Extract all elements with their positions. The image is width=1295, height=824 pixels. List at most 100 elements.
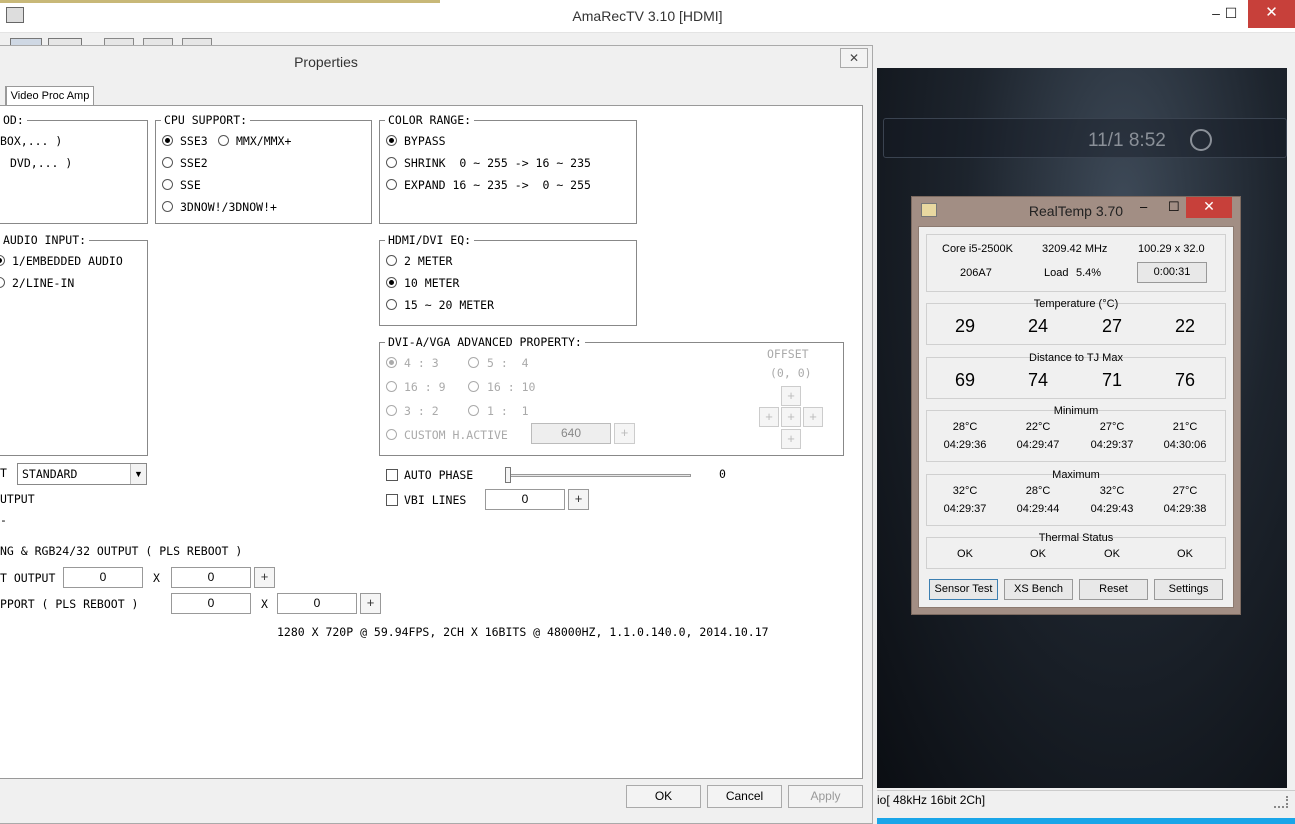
ratio-5-4-radio[interactable] (468, 357, 479, 368)
preset-select[interactable]: STANDARD ▼ (17, 463, 147, 485)
color-shrink-radio[interactable] (386, 157, 397, 168)
xs-bench-button[interactable]: XS Bench (1004, 579, 1073, 600)
offset-up-button[interactable]: + (781, 386, 801, 406)
core-distance: 74 (1027, 370, 1049, 390)
preset-select-value: STANDARD (22, 467, 78, 481)
cpu-mmx-radio[interactable] (218, 135, 229, 146)
offset-down-button[interactable]: + (781, 429, 801, 449)
realtemp-close-button[interactable]: ✕ (1186, 197, 1232, 218)
core-temp: 24 (1027, 316, 1049, 336)
t-output-field-1[interactable]: 0 (63, 567, 143, 588)
maximize-button[interactable]: ☐ (1215, 0, 1247, 28)
auto-phase-slider-thumb[interactable] (505, 467, 511, 483)
apply-button[interactable]: Apply (788, 785, 863, 808)
offset-value: (0, 0) (770, 366, 812, 380)
realtemp-minimize-button[interactable]: – (1140, 199, 1147, 214)
eq-10m-radio[interactable] (386, 277, 397, 288)
vbi-lines-plus-button[interactable]: + (568, 489, 589, 510)
ratio-16-9-radio[interactable] (386, 381, 397, 392)
method-option-2[interactable]: DVD,... ) (10, 156, 72, 170)
sensor-test-button[interactable]: Sensor Test (929, 579, 998, 600)
resize-grip-icon[interactable] (1274, 796, 1288, 808)
core-temp: 22 (1174, 316, 1196, 336)
core-temp: 27 (1101, 316, 1123, 336)
method-option-1[interactable]: BOX,... ) (0, 134, 62, 148)
offset-right-button[interactable]: + (803, 407, 823, 427)
cpu-mmx-label: MMX/MMX+ (236, 134, 292, 148)
offset-left-button[interactable]: + (759, 407, 779, 427)
custom-hactive-radio[interactable] (386, 429, 397, 440)
cpu-sse2-radio[interactable] (162, 157, 173, 168)
cancel-button[interactable]: Cancel (707, 785, 782, 808)
close-button[interactable]: ✕ (1248, 0, 1295, 28)
vbi-lines-label: VBI LINES (404, 493, 467, 507)
vbi-lines-field[interactable]: 0 (485, 489, 565, 510)
cpu-sse-radio[interactable] (162, 179, 173, 190)
hdmi-eq-title: HDMI/DVI EQ: (385, 233, 475, 247)
auto-phase-value: 0 (719, 467, 726, 481)
top-edge-strip (0, 0, 440, 3)
eq-2m-radio[interactable] (386, 255, 397, 266)
ratio-16-10-radio[interactable] (468, 381, 479, 392)
t-output-plus-button[interactable]: + (254, 567, 275, 588)
min-time: 04:30:06 (1163, 439, 1207, 451)
clock-icon (1190, 129, 1212, 151)
auto-phase-slider[interactable] (505, 474, 691, 477)
eq-15m-label: 15 ~ 20 METER (404, 298, 495, 312)
ratio-16-10-label: 16 : 10 (487, 380, 536, 394)
support-x: X (261, 597, 268, 611)
support-plus-button[interactable]: + (360, 593, 381, 614)
min-temp: 21°C (1172, 421, 1198, 433)
ratio-4-3-radio[interactable] (386, 357, 397, 368)
min-time: 04:29:36 (943, 439, 987, 451)
support-field-2[interactable]: 0 (277, 593, 357, 614)
distance-label: Distance to TJ Max (1029, 352, 1123, 364)
ratio-3-2-radio[interactable] (386, 405, 397, 416)
cpu-3dnow-label: 3DNOW!/3DNOW!+ (180, 200, 277, 214)
rgb-output-label: NG & RGB24/32 OUTPUT ( PLS REBOOT ) (0, 544, 243, 558)
settings-button[interactable]: Settings (1154, 579, 1223, 600)
color-expand-radio[interactable] (386, 179, 397, 190)
vbi-lines-checkbox[interactable] (386, 494, 398, 506)
ratio-1-1-radio[interactable] (468, 405, 479, 416)
custom-hactive-field[interactable]: 640 (531, 423, 611, 444)
cpu-sse3-radio[interactable] (162, 135, 173, 146)
preset-label: T (0, 466, 7, 480)
chevron-down-icon[interactable]: ▼ (130, 464, 146, 484)
support-field-1[interactable]: 0 (171, 593, 251, 614)
ratio-4-3-label: 4 : 3 (404, 356, 439, 370)
load-value: 5.4% (1076, 267, 1102, 279)
custom-hactive-plus-button[interactable]: + (614, 423, 635, 444)
ratio-16-9-label: 16 : 9 (404, 380, 446, 394)
reset-button[interactable]: Reset (1079, 579, 1148, 600)
video-clock-text: 11/1 8:52 (1088, 130, 1166, 151)
max-temp: 32°C (952, 485, 978, 497)
timer-button[interactable]: 0:00:31 (1137, 262, 1207, 283)
status-text: io[ 48kHz 16bit 2Ch] (877, 793, 986, 807)
auto-phase-checkbox[interactable] (386, 469, 398, 481)
maximum-box (926, 474, 1226, 526)
ratio-3-2-label: 3 : 2 (404, 404, 439, 418)
t-output-label: T OUTPUT (0, 571, 56, 585)
eq-15m-radio[interactable] (386, 299, 397, 310)
max-temp: 27°C (1172, 485, 1198, 497)
realtemp-maximize-button[interactable]: ☐ (1168, 199, 1180, 215)
properties-close-button[interactable]: ✕ (840, 48, 868, 68)
min-time: 04:29:37 (1090, 439, 1134, 451)
minimum-label: Minimum (1053, 405, 1099, 417)
tab-video-proc-amp[interactable]: Video Proc Amp (6, 86, 94, 106)
minimum-box (926, 410, 1226, 462)
max-temp: 32°C (1099, 485, 1125, 497)
t-output-field-2[interactable]: 0 (171, 567, 251, 588)
audio-embedded-label: 1/EMBEDDED AUDIO (12, 254, 123, 268)
maximum-label: Maximum (1052, 469, 1100, 481)
ok-button[interactable]: OK (626, 785, 701, 808)
max-time: 04:29:38 (1163, 503, 1207, 515)
offset-center-button[interactable]: + (781, 407, 801, 427)
cpu-3dnow-radio[interactable] (162, 201, 173, 212)
color-bypass-radio[interactable] (386, 135, 397, 146)
cpu-frequency: 3209.42 MHz (1042, 243, 1108, 255)
video-overlay-bar (883, 118, 1287, 158)
max-time: 04:29:37 (943, 503, 987, 515)
core-temp: 29 (954, 316, 976, 336)
